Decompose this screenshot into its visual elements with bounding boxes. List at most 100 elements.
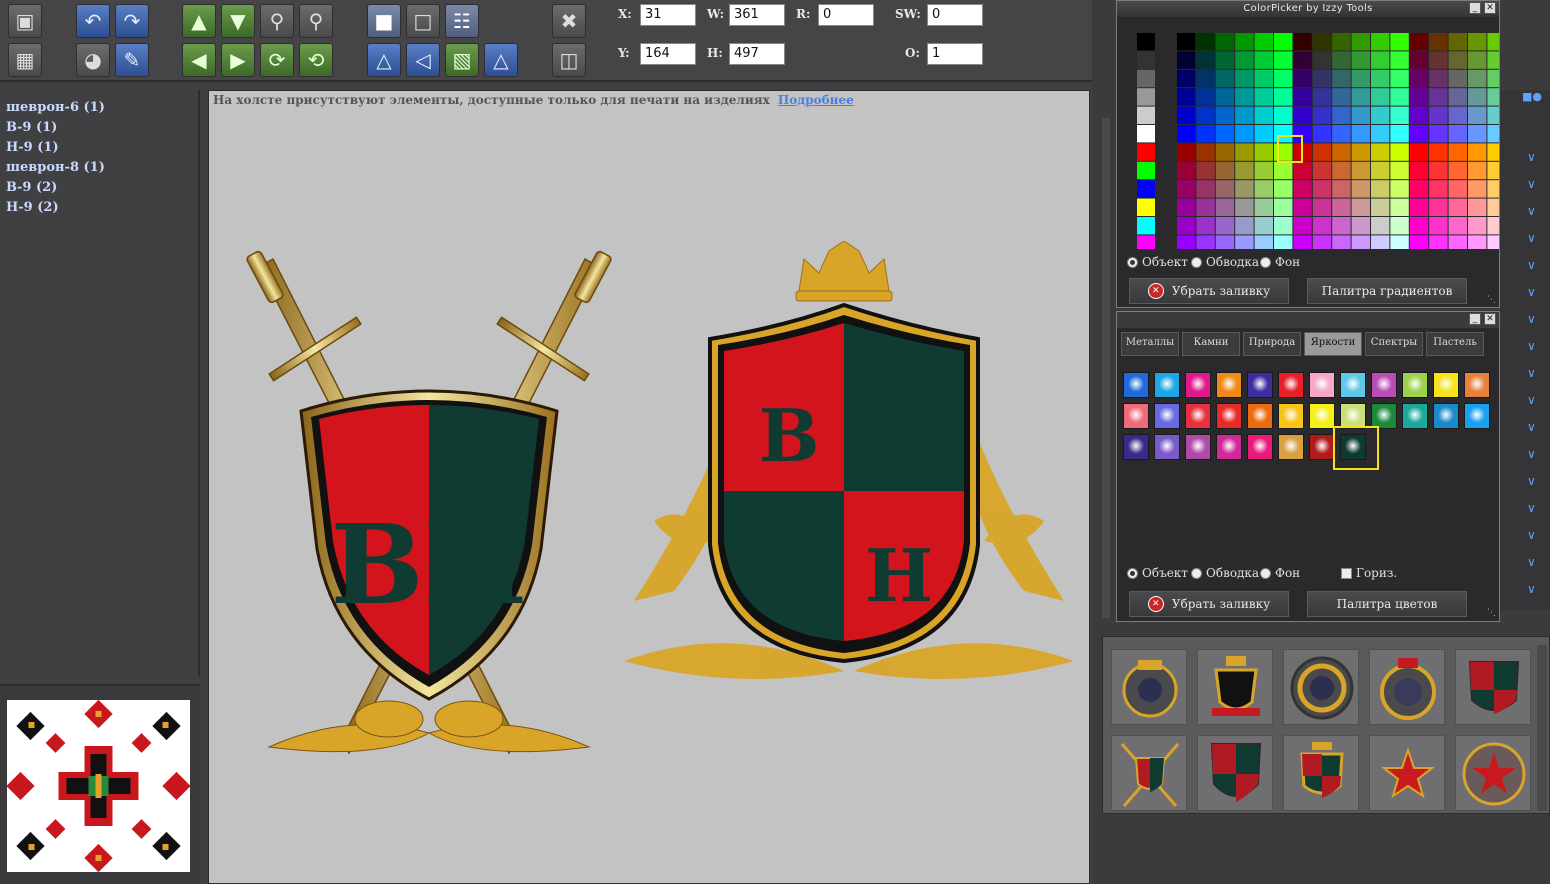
zoom-out-icon[interactable]: ⚲ [299, 4, 333, 38]
chevron-down-icon[interactable]: ∨ [1527, 447, 1536, 461]
settings-tools-icon[interactable]: ✖ [552, 4, 586, 38]
emblem-shield-swords[interactable]: BH [239, 241, 619, 761]
sw-input[interactable]: 0 [927, 4, 983, 26]
flip-horizontal-icon[interactable]: ◁ [406, 43, 440, 77]
gradient-swatch[interactable] [1247, 434, 1273, 460]
remove-fill-button[interactable]: ✕ Убрать заливку [1129, 591, 1289, 617]
chevron-down-icon[interactable]: ∨ [1527, 312, 1536, 326]
gradient-swatch[interactable] [1309, 372, 1335, 398]
layer-item[interactable]: В-9 (2) [6, 178, 192, 198]
horizontal-checkbox[interactable]: Гориз. [1341, 566, 1397, 580]
edit-image-icon[interactable]: ✎ [115, 43, 149, 77]
chevron-down-icon[interactable]: ∨ [1527, 285, 1536, 299]
w-input[interactable]: 361 [729, 4, 785, 26]
gradient-swatch[interactable] [1402, 372, 1428, 398]
resize-grip-icon[interactable]: ⋱ [1487, 295, 1496, 305]
align-icon[interactable]: ☷ [445, 4, 479, 38]
gradient-swatch[interactable] [1464, 403, 1490, 429]
radio-object[interactable]: Объект [1127, 566, 1188, 580]
gradient-swatch[interactable] [1371, 372, 1397, 398]
chevron-down-icon[interactable]: ∨ [1527, 258, 1536, 272]
chevron-down-icon[interactable]: ∨ [1527, 150, 1536, 164]
gradient-swatch[interactable] [1433, 372, 1459, 398]
perspective-icon[interactable]: △ [484, 43, 518, 77]
save-icon[interactable]: ▦ [8, 43, 42, 77]
move-left-icon[interactable]: ◀ [182, 43, 216, 77]
gradient-swatch[interactable] [1154, 403, 1180, 429]
emblem-thumb[interactable] [1455, 735, 1531, 811]
gradient-palette-button[interactable]: Палитра градиентов [1307, 278, 1467, 304]
layer-item[interactable]: шеврон-6 (1) [6, 98, 192, 118]
gradient-icon[interactable]: ▧ [445, 43, 479, 77]
remove-fill-button[interactable]: ✕ Убрать заливку [1129, 278, 1289, 304]
r-input[interactable]: 0 [818, 4, 874, 26]
gradient-swatch[interactable] [1340, 372, 1366, 398]
gradient-swatch[interactable] [1402, 403, 1428, 429]
chevron-down-icon[interactable]: ∨ [1527, 231, 1536, 245]
move-down-icon[interactable]: ▼ [221, 4, 255, 38]
gradient-swatch[interactable] [1154, 434, 1180, 460]
chevron-down-icon[interactable]: ∨ [1527, 528, 1536, 542]
emblem-thumb[interactable] [1197, 649, 1273, 725]
gradient-swatch[interactable] [1154, 372, 1180, 398]
gradient-swatch[interactable] [1185, 434, 1211, 460]
chevron-down-icon[interactable]: ∨ [1527, 420, 1536, 434]
rotate-ccw-icon[interactable]: ⟳ [260, 43, 294, 77]
redo-icon[interactable]: ↷ [115, 4, 149, 38]
emblem-thumb[interactable] [1197, 735, 1273, 811]
chevron-down-icon[interactable]: ∨ [1527, 501, 1536, 515]
gradient-swatch[interactable] [1185, 372, 1211, 398]
close-icon[interactable]: ✕ [1484, 2, 1496, 14]
layer-item[interactable]: Н-9 (2) [6, 198, 192, 218]
rotate-cw-icon[interactable]: ⟲ [299, 43, 333, 77]
gradient-swatch[interactable] [1123, 403, 1149, 429]
trash-icon[interactable]: ◫ [552, 43, 586, 77]
emblem-thumb[interactable] [1283, 735, 1359, 811]
send-back-icon[interactable]: □ [406, 4, 440, 38]
gradient-swatch[interactable] [1433, 403, 1459, 429]
bring-front-icon[interactable]: ■ [367, 4, 401, 38]
gradient-swatch[interactable] [1123, 372, 1149, 398]
chevron-down-icon[interactable]: ∨ [1527, 177, 1536, 191]
design-canvas[interactable]: На холсте присутствуют элементы, доступн… [208, 90, 1090, 884]
gradient-swatch[interactable] [1278, 434, 1304, 460]
emblem-thumb[interactable] [1369, 649, 1445, 725]
move-right-icon[interactable]: ▶ [221, 43, 255, 77]
emblem-thumb[interactable] [1111, 649, 1187, 725]
emblem-thumb[interactable] [1111, 735, 1187, 811]
emblem-crowned-shield[interactable]: B H [614, 241, 1084, 701]
radio-stroke[interactable]: Обводка [1191, 255, 1259, 269]
chevron-down-icon[interactable]: ∨ [1527, 555, 1536, 569]
gradient-swatch[interactable] [1216, 434, 1242, 460]
chevron-down-icon[interactable]: ∨ [1527, 339, 1536, 353]
social-icons[interactable]: ■● [1502, 90, 1542, 106]
resize-grip-icon[interactable]: ⋱ [1487, 608, 1496, 618]
x-input[interactable]: 31 [640, 4, 696, 26]
zoom-in-icon[interactable]: ⚲ [260, 4, 294, 38]
color-palette-button[interactable]: Палитра цветов [1307, 591, 1467, 617]
minimize-icon[interactable]: _ [1469, 2, 1481, 14]
h-input[interactable]: 497 [729, 43, 785, 65]
gradient-swatch[interactable] [1464, 372, 1490, 398]
gradient-swatch[interactable] [1123, 434, 1149, 460]
layer-item[interactable]: Н-9 (1) [6, 138, 192, 158]
radio-background[interactable]: Фон [1260, 566, 1300, 580]
ornament-preview[interactable] [6, 699, 191, 873]
tshirt-icon[interactable]: ▣ [8, 4, 42, 38]
chevron-down-icon[interactable]: ∨ [1527, 582, 1536, 596]
gallery-scrollbar[interactable] [1537, 645, 1547, 811]
undo-icon[interactable]: ↶ [76, 4, 110, 38]
emblem-thumb[interactable] [1283, 649, 1359, 725]
palette-icon[interactable]: ◕ [76, 43, 110, 77]
chevron-down-icon[interactable]: ∨ [1527, 366, 1536, 380]
gradient-swatch[interactable] [1216, 372, 1242, 398]
gradient-swatch[interactable] [1278, 372, 1304, 398]
color-grid[interactable] [1119, 19, 1499, 249]
radio-background[interactable]: Фон [1260, 255, 1300, 269]
emblem-thumb[interactable] [1369, 735, 1445, 811]
move-up-icon[interactable]: ▲ [182, 4, 216, 38]
radio-object[interactable]: Объект [1127, 255, 1188, 269]
layer-item[interactable]: В-9 (1) [6, 118, 192, 138]
gradient-swatch[interactable] [1309, 403, 1335, 429]
y-input[interactable]: 164 [640, 43, 696, 65]
